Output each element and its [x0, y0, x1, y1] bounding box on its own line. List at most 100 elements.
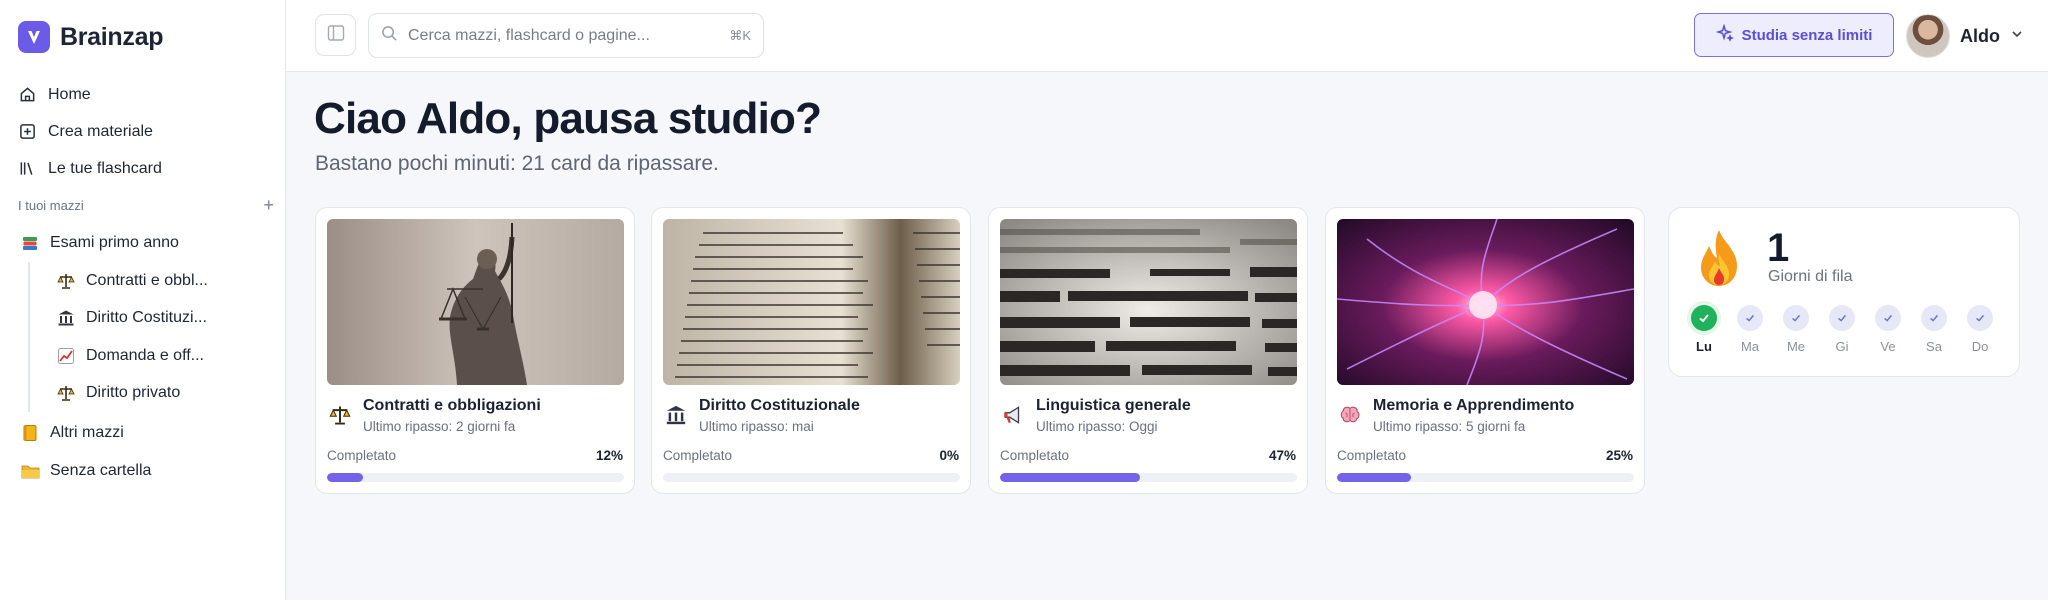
brain-icon	[1338, 403, 1362, 427]
plus-square-icon	[18, 123, 36, 141]
nav-item-crea-materiale[interactable]: Crea materiale	[16, 113, 274, 150]
chart-icon	[56, 346, 76, 366]
folder-label: Senza cartella	[50, 462, 152, 479]
streak-count: 1	[1767, 226, 1790, 270]
deck-card-linguistica[interactable]: Linguistica generale Ultimo ripasso: Ogg…	[988, 207, 1308, 494]
deck-item-diritto-privato[interactable]: Diritto privato	[56, 375, 276, 413]
day-ma: Ma	[1737, 305, 1763, 354]
deck-label: Contratti e obbl...	[86, 271, 208, 289]
upgrade-button[interactable]: Studia senza limiti	[1694, 13, 1894, 57]
deck-title: Memoria e Apprendimento	[1373, 397, 1575, 414]
day-label: Lu	[1696, 339, 1712, 354]
folder-altri-mazzi[interactable]: Altri mazzi	[18, 414, 276, 452]
day-me: Me	[1783, 305, 1809, 354]
search-input[interactable]	[408, 26, 730, 45]
sidebar: Brainzap Home Crea materiale Le tue flas…	[0, 0, 286, 600]
deck-card-memoria[interactable]: Memoria e Apprendimento Ultimo ripasso: …	[1325, 207, 1645, 494]
day-label: Ma	[1740, 339, 1760, 354]
scales-icon	[56, 383, 76, 403]
day-label: Gi	[1835, 339, 1849, 354]
deck-percent: 25%	[1605, 448, 1633, 463]
progress-track	[1337, 473, 1634, 482]
nav-label: Le tue flashcard	[48, 159, 162, 177]
main-nav: Home Crea materiale Le tue flashcard	[16, 76, 274, 187]
streak-card: 1 Giorni di fila Lu Ma Me Gi Ve Sa Do	[1668, 207, 2020, 377]
day-lu: Lu	[1691, 305, 1717, 354]
deck-label: Diritto privato	[86, 384, 181, 402]
fire-icon	[1695, 228, 1743, 293]
folder-label: Esami primo anno	[50, 234, 179, 251]
deck-completed-label: Completato	[1000, 448, 1070, 463]
folder-children: Contratti e obbl... Diritto Costituzi...…	[28, 262, 276, 412]
day-label: Ve	[1880, 339, 1896, 354]
day-label: Sa	[1926, 339, 1942, 354]
folder-label: Altri mazzi	[50, 424, 124, 441]
streak-label: Giorni di fila	[1768, 268, 1853, 285]
chevron-down-icon	[2010, 27, 2024, 46]
check-icon	[1921, 305, 1947, 331]
add-deck-icon[interactable]: +	[263, 196, 274, 214]
decks-section-title: I tuoi mazzi	[18, 197, 84, 213]
progress-track	[663, 473, 960, 482]
scales-icon	[56, 271, 76, 291]
folder-icon	[20, 461, 40, 481]
search-shortcut: ⌘K	[729, 27, 751, 43]
day-sa: Sa	[1921, 305, 1947, 354]
deck-completed-label: Completato	[327, 448, 397, 463]
brainzap-logo-icon	[18, 21, 50, 53]
progress-track	[1000, 473, 1297, 482]
search-icon	[381, 25, 398, 47]
folder-tree: Esami primo anno Contratti e obbl... Dir…	[18, 224, 276, 490]
deck-cover-plasma-ball	[1337, 219, 1634, 385]
day-do: Do	[1967, 305, 1993, 354]
user-name: Aldo	[1960, 25, 2000, 46]
toggle-sidebar-button[interactable]	[315, 14, 356, 56]
day-ve: Ve	[1875, 305, 1901, 354]
scales-icon	[328, 403, 352, 427]
topbar: ⌘K Studia senza limiti Aldo	[286, 0, 2048, 72]
folder-esami-primo-anno[interactable]: Esami primo anno	[18, 224, 276, 262]
app-name: Brainzap	[60, 22, 164, 51]
books-stack-icon	[20, 233, 40, 253]
deck-cover-justice-statue	[327, 219, 624, 385]
deck-percent: 12%	[595, 448, 623, 463]
notebook-icon	[20, 423, 40, 443]
page-subtitle: Bastano pochi minuti: 21 card da ripassa…	[315, 152, 719, 175]
search-box[interactable]: ⌘K	[368, 13, 764, 58]
check-icon	[1875, 305, 1901, 331]
deck-last-review: Ultimo ripasso: Oggi	[1036, 419, 1158, 434]
deck-card-diritto-costituzionale[interactable]: Diritto Costituzionale Ultimo ripasso: m…	[651, 207, 971, 494]
deck-title: Contratti e obbligazioni	[363, 397, 541, 414]
deck-label: Domanda e off...	[86, 346, 204, 364]
day-gi: Gi	[1829, 305, 1855, 354]
decks-section-header: I tuoi mazzi +	[18, 196, 274, 214]
day-label: Me	[1786, 339, 1806, 354]
nav-label: Home	[48, 85, 91, 103]
check-icon	[1691, 305, 1717, 331]
deck-item-contratti[interactable]: Contratti e obbl...	[56, 262, 276, 300]
nav-item-flashcard[interactable]: Le tue flashcard	[16, 150, 274, 187]
progress-fill	[1337, 473, 1412, 482]
folder-senza-cartella[interactable]: Senza cartella	[18, 452, 276, 490]
deck-card-contratti[interactable]: Contratti e obbligazioni Ultimo ripasso:…	[315, 207, 635, 494]
brand[interactable]: Brainzap	[18, 21, 163, 53]
classical-building-icon	[664, 403, 688, 427]
books-icon	[18, 160, 36, 178]
progress-fill	[327, 473, 363, 482]
deck-last-review: Ultimo ripasso: mai	[699, 419, 814, 434]
nav-label: Crea materiale	[48, 122, 153, 140]
deck-percent: 47%	[1268, 448, 1296, 463]
progress-fill	[1000, 473, 1140, 482]
day-label: Do	[1971, 339, 1989, 354]
deck-item-domanda-offerta[interactable]: Domanda e off...	[56, 337, 276, 375]
avatar	[1906, 14, 1950, 58]
deck-item-diritto-costituzionale[interactable]: Diritto Costituzi...	[56, 300, 276, 338]
user-menu[interactable]: Aldo	[1906, 14, 2024, 58]
check-icon	[1967, 305, 1993, 331]
deck-label: Diritto Costituzi...	[86, 309, 207, 327]
megaphone-icon	[1001, 403, 1025, 427]
nav-item-home[interactable]: Home	[16, 76, 274, 113]
deck-title: Linguistica generale	[1036, 397, 1191, 414]
sparkles-icon	[1714, 23, 1734, 46]
deck-title: Diritto Costituzionale	[699, 397, 860, 414]
